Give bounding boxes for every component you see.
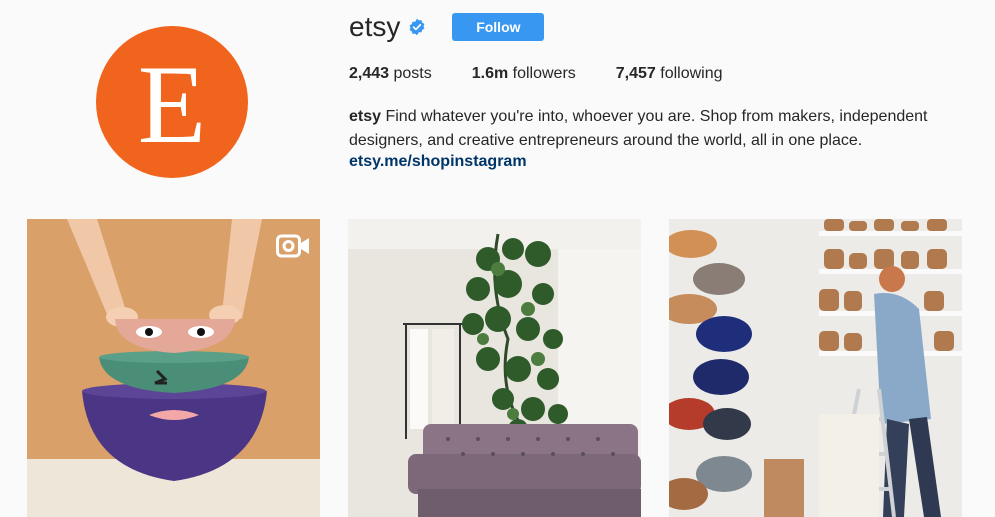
- followers-count[interactable]: 1.6m followers: [472, 65, 576, 83]
- posts-count-label: posts: [389, 65, 432, 82]
- post-image-living-room: [348, 219, 641, 517]
- follow-button[interactable]: Follow: [452, 13, 545, 41]
- posts-count-value: 2,443: [349, 65, 390, 82]
- profile-stats: 2,443 posts 1.6m followers 7,457 followi…: [349, 65, 763, 83]
- etsy-logo-letter: E: [137, 43, 207, 167]
- followers-count-label: followers: [508, 65, 576, 82]
- bio-text: Find whatever you're into, whoever you a…: [349, 108, 928, 149]
- post-image-hat-shop: [669, 219, 962, 517]
- post-thumbnail[interactable]: [669, 219, 962, 517]
- username: etsy: [349, 11, 401, 42]
- following-count-label: following: [655, 65, 723, 82]
- following-count[interactable]: 7,457 following: [616, 65, 723, 83]
- verified-badge-icon: [409, 18, 425, 36]
- post-thumbnail[interactable]: [348, 219, 641, 517]
- posts-count[interactable]: 2,443 posts: [349, 65, 432, 83]
- profile-bio: etsy Find whatever you're into, whoever …: [349, 105, 949, 153]
- video-camera-icon: [276, 234, 309, 258]
- profile-avatar[interactable]: E: [96, 26, 248, 178]
- profile-header: etsy Follow: [349, 10, 545, 44]
- post-image-bowls: [27, 219, 320, 517]
- followers-count-value: 1.6m: [471, 65, 509, 82]
- post-thumbnail[interactable]: [27, 219, 320, 517]
- bio-name: etsy: [349, 108, 382, 125]
- bio-link[interactable]: etsy.me/shopinstagram: [349, 153, 527, 171]
- following-count-value: 7,457: [615, 65, 656, 82]
